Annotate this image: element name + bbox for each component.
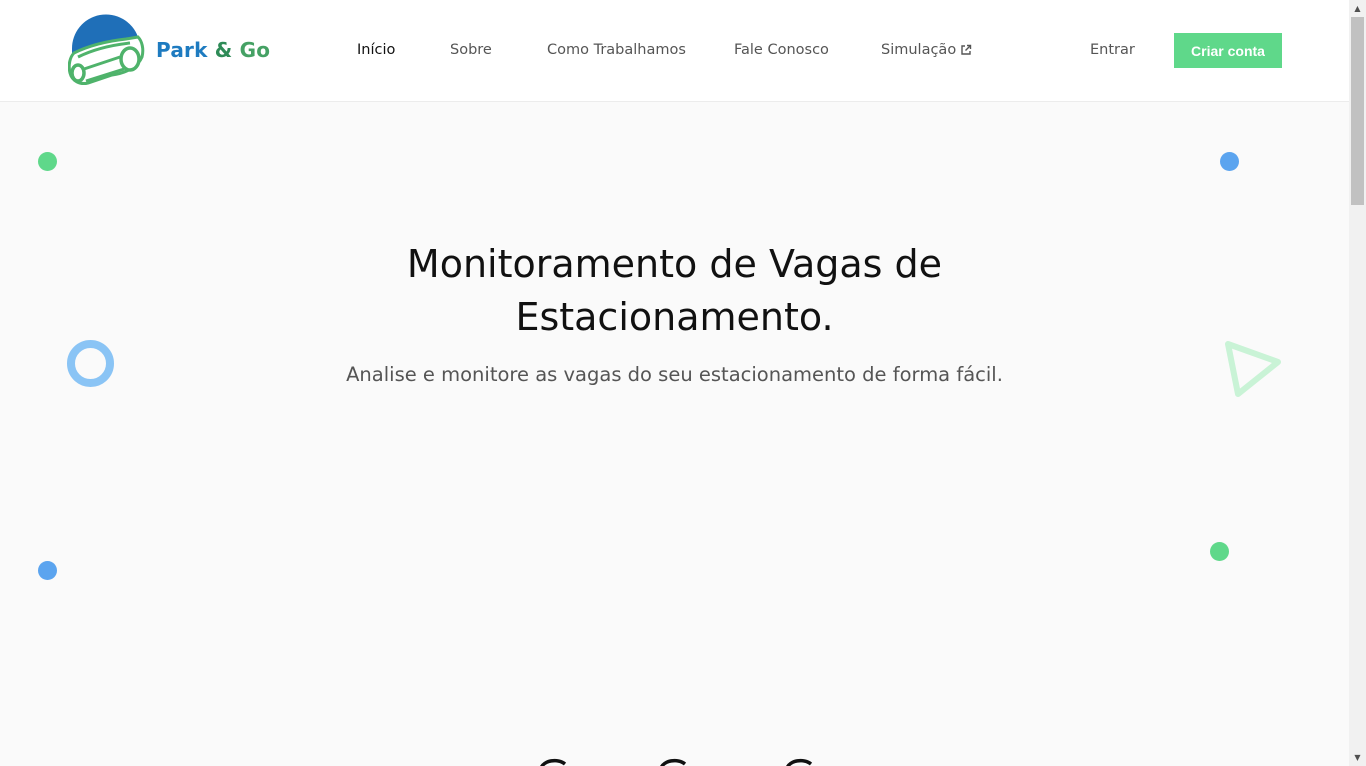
brand-name-part3: Go (239, 38, 271, 62)
vertical-scrollbar[interactable]: ▲ ▼ (1349, 0, 1366, 766)
login-link[interactable]: Entrar (1090, 40, 1135, 60)
scroll-down-arrow-icon[interactable]: ▼ (1349, 749, 1366, 766)
hero-title-line2: Estacionamento. (515, 295, 834, 339)
scroll-up-arrow-icon[interactable]: ▲ (1349, 0, 1366, 17)
nav-link-simulacao[interactable]: Simulação (881, 40, 972, 60)
hero-title-line1: Monitoramento de Vagas de (406, 242, 943, 286)
blue-dot-decoration-bottom (38, 561, 57, 580)
green-dot-decoration-bottom (1210, 542, 1229, 561)
top-navbar: Park & Go Início Sobre Como Trabalhamos … (0, 0, 1349, 102)
next-section-heading-partial (540, 758, 813, 766)
nav-link-inicio[interactable]: Início (357, 40, 395, 60)
create-account-button[interactable]: Criar conta (1174, 33, 1282, 68)
brand-logo-link[interactable]: Park & Go (68, 13, 270, 87)
blue-dot-decoration (1220, 152, 1239, 171)
scrollbar-thumb[interactable] (1351, 17, 1364, 205)
nav-link-como-trabalhamos[interactable]: Como Trabalhamos (547, 40, 686, 60)
external-link-icon (961, 44, 972, 55)
park-and-go-logo-icon (68, 14, 145, 85)
nav-link-sobre[interactable]: Sobre (450, 40, 492, 60)
brand-name-ampersand: & (214, 38, 233, 62)
brand-name-part1: Park (156, 38, 208, 62)
nav-link-simulacao-label: Simulação (881, 42, 957, 58)
landing-page: Park & Go Início Sobre Como Trabalhamos … (0, 0, 1349, 766)
brand-name: Park & Go (156, 38, 270, 62)
nav-link-fale-conosco[interactable]: Fale Conosco (734, 40, 829, 60)
hero-title: Monitoramento de Vagas de Estacionamento… (0, 238, 1349, 344)
hero-subtitle: Analise e monitore as vagas do seu estac… (346, 363, 1003, 386)
green-dot-decoration (38, 152, 57, 171)
